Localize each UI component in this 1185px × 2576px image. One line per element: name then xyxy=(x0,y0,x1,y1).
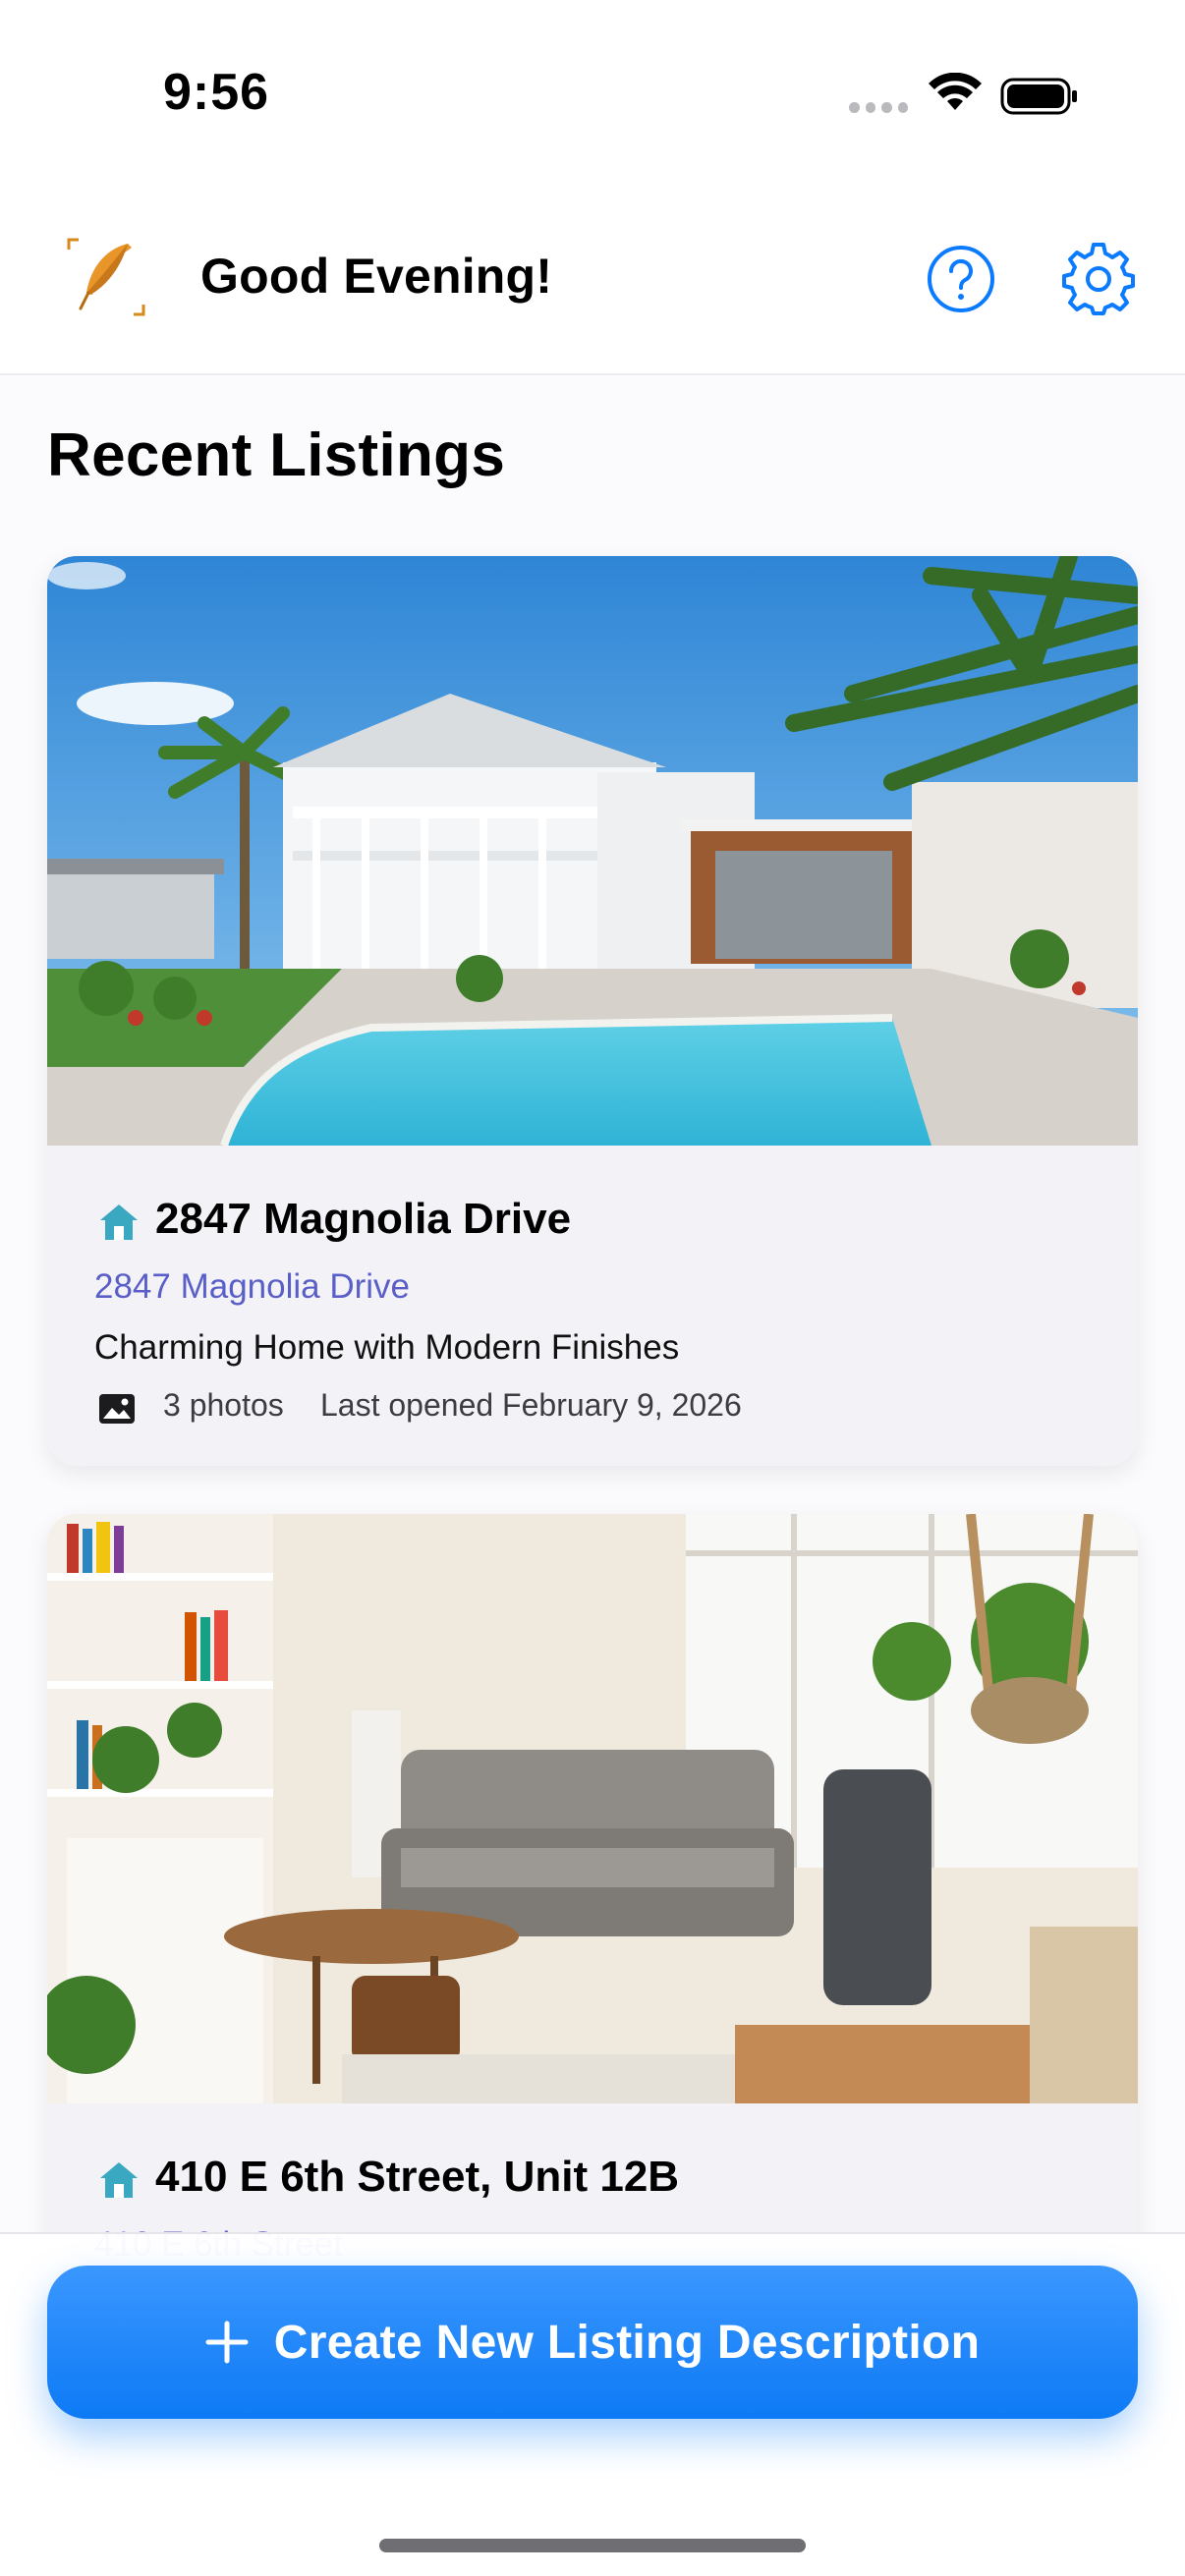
house-icon xyxy=(100,1204,138,1240)
house-with-pool-photo xyxy=(47,556,1138,1148)
create-listing-label: Create New Listing Description xyxy=(273,2316,981,2369)
listing-card[interactable]: 2847 Magnolia Drive 2847 Magnolia Drive … xyxy=(47,556,1138,1466)
last-opened: Last opened February 9, 2026 xyxy=(320,1387,742,1423)
home-indicator[interactable] xyxy=(379,2539,806,2552)
bottom-action-bar: Create New Listing Description xyxy=(0,2232,1185,2576)
status-bar: 9:56 xyxy=(0,0,1185,187)
section-title: Recent Listings xyxy=(47,421,506,489)
listing-title: 2847 Magnolia Drive xyxy=(155,1195,572,1243)
listing-description: Charming Home with Modern Finishes xyxy=(94,1328,680,1367)
listing-card[interactable]: 410 E 6th Street, Unit 12B 410 E 6th Str… xyxy=(47,1514,1138,2300)
app-logo-quill-icon xyxy=(67,238,145,316)
house-icon xyxy=(100,2162,138,2198)
listing-title: 410 E 6th Street, Unit 12B xyxy=(155,2153,680,2201)
wifi-icon xyxy=(929,73,982,110)
plus-icon xyxy=(205,2321,249,2364)
create-listing-button[interactable]: Create New Listing Description xyxy=(47,2266,1138,2419)
app-screen: 9:56 Good Evening! Recent Listings 2847 … xyxy=(0,0,1185,2576)
greeting-title: Good Evening! xyxy=(200,249,553,304)
app-header: Good Evening! xyxy=(0,187,1185,375)
photo-icon xyxy=(99,1394,135,1424)
cellular-signal-icon xyxy=(849,102,908,114)
photo-count: 3 photos xyxy=(163,1387,284,1423)
status-time: 9:56 xyxy=(163,64,270,121)
help-icon[interactable] xyxy=(926,244,996,314)
listing-address-link[interactable]: 2847 Magnolia Drive xyxy=(94,1267,410,1307)
living-room-photo xyxy=(47,1514,1138,2103)
gear-icon[interactable] xyxy=(1061,242,1136,316)
battery-icon xyxy=(1000,78,1077,115)
